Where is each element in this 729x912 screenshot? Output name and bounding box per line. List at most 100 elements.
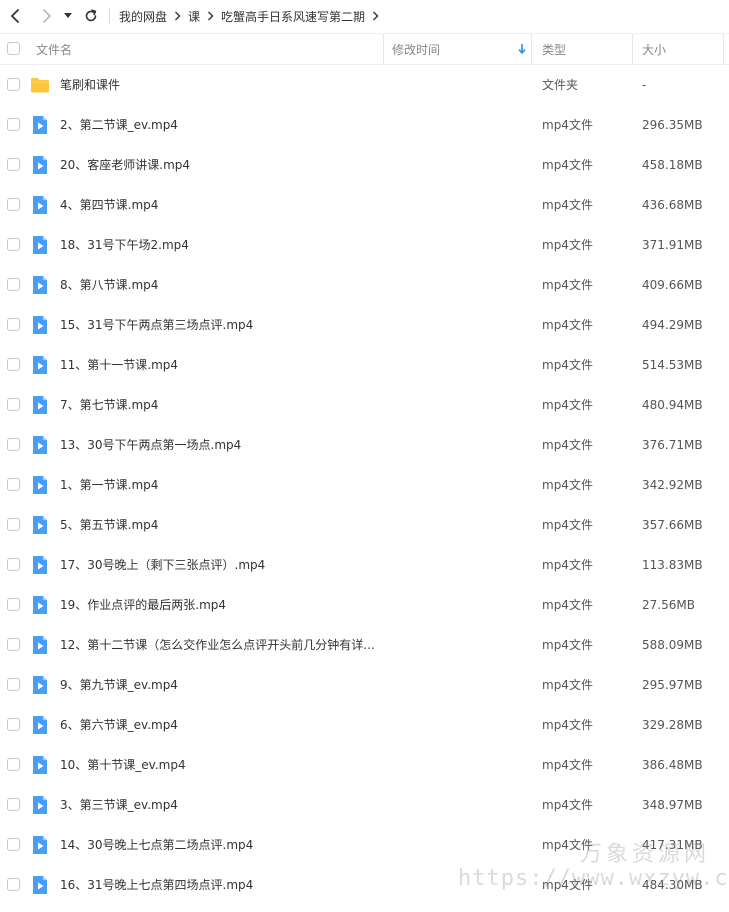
file-row[interactable]: 4、第四节课.mp4 mp4文件 436.68MB	[0, 185, 729, 225]
row-checkbox[interactable]	[7, 478, 20, 491]
file-name[interactable]: 6、第六节课_ev.mp4	[60, 705, 378, 745]
column-header-type[interactable]: 类型	[542, 34, 566, 64]
row-checkbox[interactable]	[7, 798, 20, 811]
video-file-icon	[30, 195, 50, 215]
row-checkbox[interactable]	[7, 158, 20, 171]
file-name[interactable]: 19、作业点评的最后两张.mp4	[60, 585, 378, 625]
row-checkbox[interactable]	[7, 558, 20, 571]
history-dropdown-button[interactable]	[58, 0, 78, 32]
row-checkbox[interactable]	[7, 438, 20, 451]
file-row[interactable]: 15、31号下午两点第三场点评.mp4 mp4文件 494.29MB	[0, 305, 729, 345]
sort-desc-icon[interactable]	[518, 34, 526, 64]
file-name[interactable]: 笔刷和课件	[60, 65, 378, 105]
file-name[interactable]: 1、第一节课.mp4	[60, 465, 378, 505]
file-row[interactable]: 9、第九节课_ev.mp4 mp4文件 295.97MB	[0, 665, 729, 705]
row-checkbox[interactable]	[7, 838, 20, 851]
file-name[interactable]: 2、第二节课_ev.mp4	[60, 105, 378, 145]
file-size: 480.94MB	[642, 398, 703, 412]
file-size: -	[642, 78, 647, 92]
file-row[interactable]: 3、第三节课_ev.mp4 mp4文件 348.97MB	[0, 785, 729, 825]
breadcrumb-item-course[interactable]: 课	[188, 8, 200, 25]
row-checkbox[interactable]	[7, 198, 20, 211]
file-name[interactable]: 9、第九节课_ev.mp4	[60, 665, 378, 705]
row-checkbox[interactable]	[7, 398, 20, 411]
file-type: mp4文件	[542, 598, 593, 612]
file-size: 484.30MB	[642, 878, 703, 892]
file-type: mp4文件	[542, 838, 593, 852]
file-name[interactable]: 3、第三节课_ev.mp4	[60, 785, 378, 825]
row-checkbox[interactable]	[7, 318, 20, 331]
file-row[interactable]: 12、第十二节课（怎么交作业怎么点评开头前几分钟有详... mp4文件 588.09…	[0, 625, 729, 665]
file-row[interactable]: 17、30号晚上（剩下三张点评）.mp4 mp4文件 113.83MB	[0, 545, 729, 585]
file-row[interactable]: 6、第六节课_ev.mp4 mp4文件 329.28MB	[0, 705, 729, 745]
file-name[interactable]: 17、30号晚上（剩下三张点评）.mp4	[60, 545, 378, 585]
column-divider[interactable]	[531, 34, 532, 64]
file-name[interactable]: 16、31号晚上七点第四场点评.mp4	[60, 865, 378, 905]
file-name[interactable]: 12、第十二节课（怎么交作业怎么点评开头前几分钟有详...	[60, 625, 378, 665]
column-header-modified[interactable]: 修改时间	[392, 34, 440, 64]
row-checkbox[interactable]	[7, 678, 20, 691]
file-size: 342.92MB	[642, 478, 703, 492]
file-row[interactable]: 20、客座老师讲课.mp4 mp4文件 458.18MB	[0, 145, 729, 185]
file-name[interactable]: 7、第七节课.mp4	[60, 385, 378, 425]
file-name[interactable]: 20、客座老师讲课.mp4	[60, 145, 378, 185]
file-row[interactable]: 13、30号下午两点第一场点.mp4 mp4文件 376.71MB	[0, 425, 729, 465]
video-file-icon	[30, 515, 50, 535]
file-name[interactable]: 11、第十一节课.mp4	[60, 345, 378, 385]
column-header-name[interactable]: 文件名	[36, 34, 72, 64]
refresh-button[interactable]	[78, 0, 104, 32]
row-checkbox[interactable]	[7, 78, 20, 91]
caret-down-icon	[64, 13, 72, 18]
row-checkbox[interactable]	[7, 278, 20, 291]
row-checkbox[interactable]	[7, 758, 20, 771]
file-type: mp4文件	[542, 878, 593, 892]
file-row[interactable]: 8、第八节课.mp4 mp4文件 409.66MB	[0, 265, 729, 305]
column-divider[interactable]	[383, 34, 384, 64]
file-row[interactable]: 5、第五节课.mp4 mp4文件 357.66MB	[0, 505, 729, 545]
file-name[interactable]: 8、第八节课.mp4	[60, 265, 378, 305]
file-size: 436.68MB	[642, 198, 703, 212]
file-row[interactable]: 2、第二节课_ev.mp4 mp4文件 296.35MB	[0, 105, 729, 145]
file-row[interactable]: 14、30号晚上七点第二场点评.mp4 mp4文件 417.31MB	[0, 825, 729, 865]
row-checkbox[interactable]	[7, 598, 20, 611]
row-checkbox[interactable]	[7, 118, 20, 131]
file-name[interactable]: 15、31号下午两点第三场点评.mp4	[60, 305, 378, 345]
file-row[interactable]: 19、作业点评的最后两张.mp4 mp4文件 27.56MB	[0, 585, 729, 625]
row-checkbox[interactable]	[7, 718, 20, 731]
breadcrumb-item-root[interactable]: 我的网盘	[119, 8, 167, 25]
file-name[interactable]: 10、第十节课_ev.mp4	[60, 745, 378, 785]
file-list-header: 文件名 修改时间 类型 大小	[0, 33, 729, 65]
file-size: 376.71MB	[642, 438, 703, 452]
file-row[interactable]: 11、第十一节课.mp4 mp4文件 514.53MB	[0, 345, 729, 385]
select-all-checkbox[interactable]	[7, 42, 20, 55]
column-divider[interactable]	[632, 34, 633, 64]
file-row[interactable]: 18、31号下午场2.mp4 mp4文件 371.91MB	[0, 225, 729, 265]
breadcrumb-separator-icon	[207, 11, 214, 21]
chevron-left-icon	[11, 9, 19, 23]
file-row[interactable]: 7、第七节课.mp4 mp4文件 480.94MB	[0, 385, 729, 425]
row-checkbox[interactable]	[7, 238, 20, 251]
video-file-icon	[30, 755, 50, 775]
back-button[interactable]	[2, 0, 28, 32]
file-row[interactable]: 16、31号晚上七点第四场点评.mp4 mp4文件 484.30MB	[0, 865, 729, 905]
file-row[interactable]: 笔刷和课件 文件夹 -	[0, 65, 729, 105]
column-header-size[interactable]: 大小	[642, 34, 666, 64]
file-row[interactable]: 1、第一节课.mp4 mp4文件 342.92MB	[0, 465, 729, 505]
file-row[interactable]: 10、第十节课_ev.mp4 mp4文件 386.48MB	[0, 745, 729, 785]
row-checkbox[interactable]	[7, 518, 20, 531]
file-name[interactable]: 5、第五节课.mp4	[60, 505, 378, 545]
breadcrumb-item-current[interactable]: 吃蟹高手日系风速写第二期	[221, 8, 365, 25]
row-checkbox[interactable]	[7, 358, 20, 371]
row-checkbox[interactable]	[7, 638, 20, 651]
file-name[interactable]: 13、30号下午两点第一场点.mp4	[60, 425, 378, 465]
row-checkbox[interactable]	[7, 878, 20, 891]
file-size: 296.35MB	[642, 118, 703, 132]
file-name[interactable]: 14、30号晚上七点第二场点评.mp4	[60, 825, 378, 865]
file-size: 417.31MB	[642, 838, 703, 852]
video-file-icon	[30, 235, 50, 255]
forward-button[interactable]	[34, 0, 60, 32]
file-name[interactable]: 18、31号下午场2.mp4	[60, 225, 378, 265]
column-divider[interactable]	[723, 34, 724, 64]
file-name[interactable]: 4、第四节课.mp4	[60, 185, 378, 225]
file-size: 295.97MB	[642, 678, 703, 692]
